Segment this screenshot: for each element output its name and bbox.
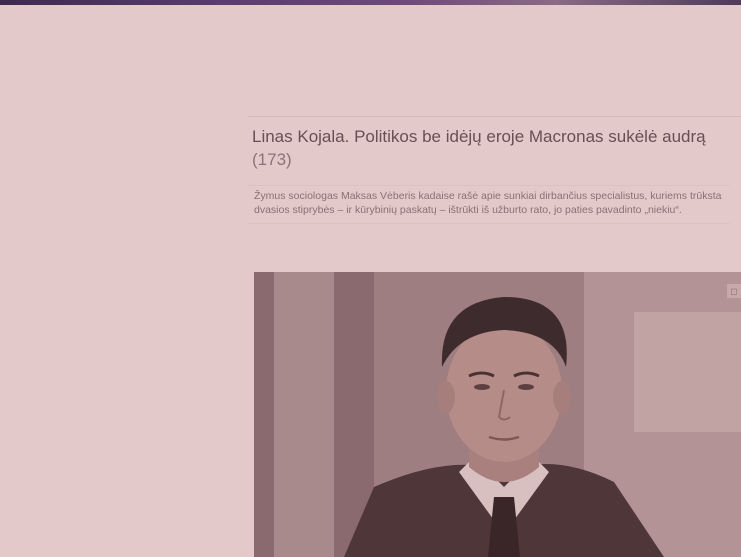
- article-title[interactable]: Linas Kojala. Politikos be idėjų eroje M…: [252, 127, 706, 146]
- article-lead: Žymus sociologas Maksas Vėberis kadaise …: [254, 190, 722, 216]
- top-banner-strip: [0, 0, 741, 5]
- article-card: Linas Kojala. Politikos be idėjų eroje M…: [248, 116, 741, 557]
- portrait-illustration: [254, 272, 741, 557]
- photo-corner-icon[interactable]: ◻: [727, 284, 741, 298]
- comment-count[interactable]: (173): [252, 150, 292, 169]
- article-header: Linas Kojala. Politikos be idėjų eroje M…: [248, 116, 741, 177]
- article-title-link[interactable]: Linas Kojala. Politikos be idėjų eroje M…: [252, 125, 737, 171]
- article-lead-box: Žymus sociologas Maksas Vėberis kadaise …: [248, 185, 730, 224]
- article-photo[interactable]: ◻: [254, 272, 741, 557]
